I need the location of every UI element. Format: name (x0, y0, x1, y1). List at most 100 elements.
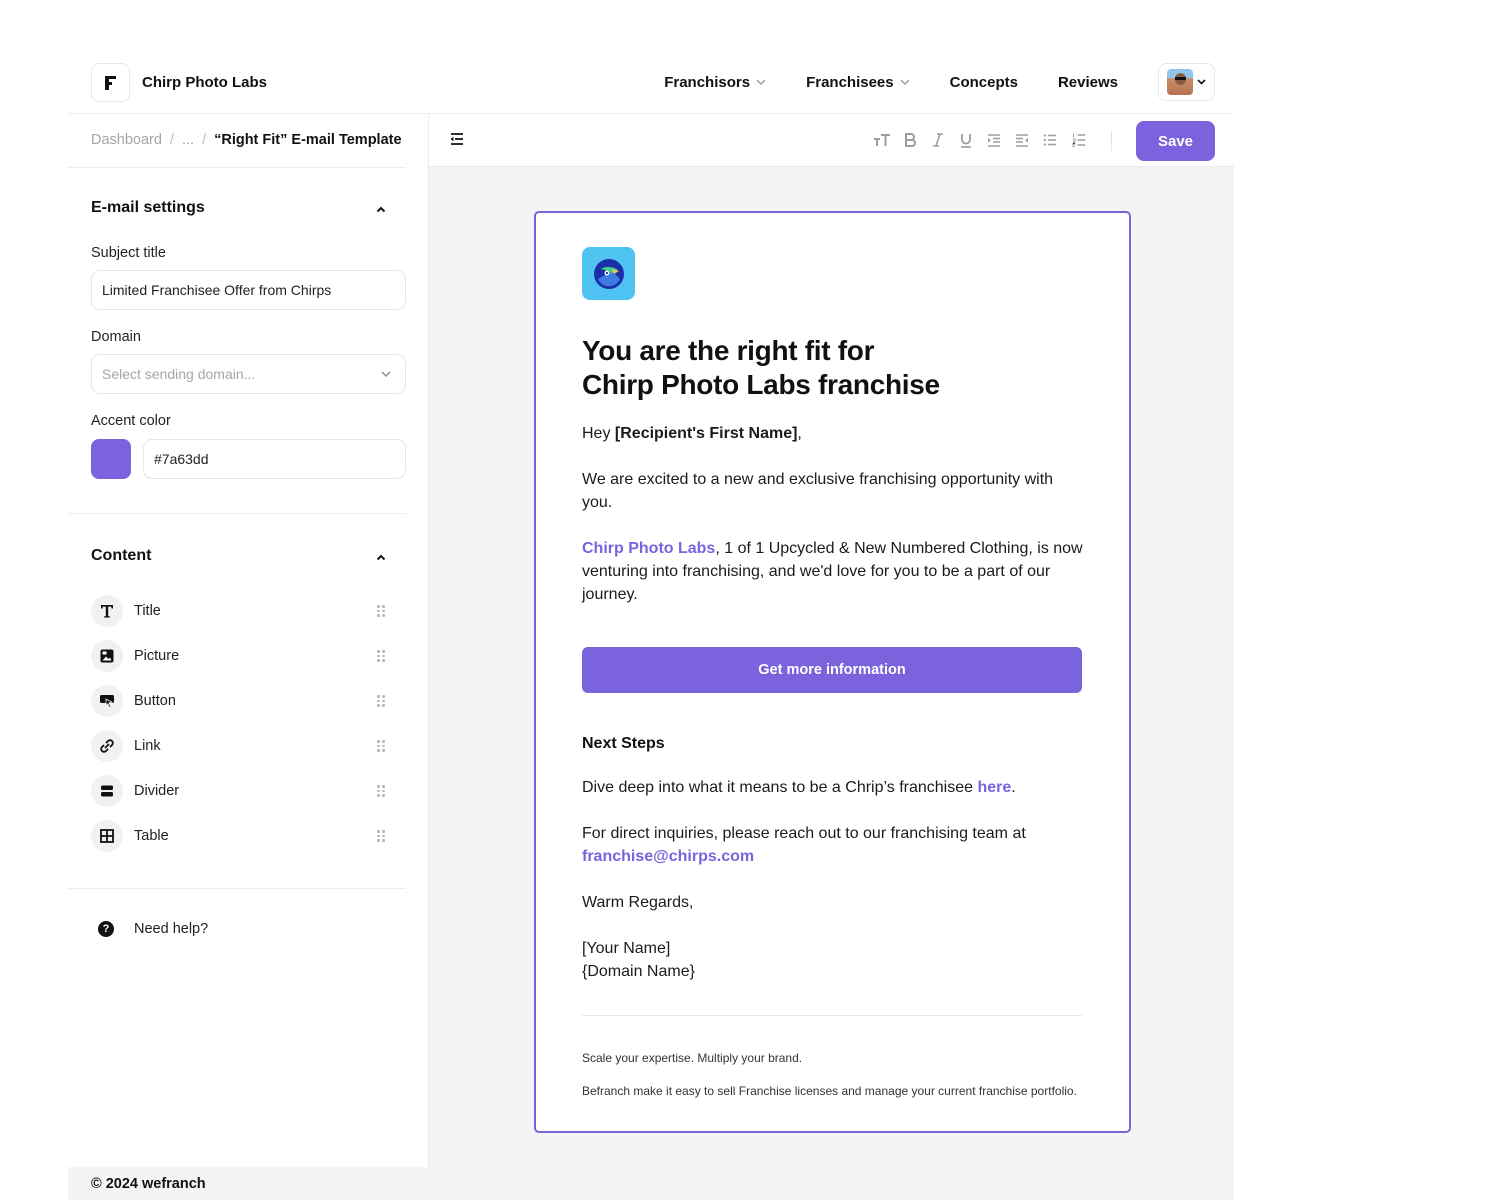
nav-concepts[interactable]: Concepts (950, 74, 1018, 91)
chevron-up-icon (376, 554, 386, 561)
content-title: Content (91, 547, 152, 564)
divider (68, 513, 406, 514)
divider (68, 888, 406, 889)
email-body: You are the right fit for Chirp Photo La… (582, 247, 1084, 1100)
avatar (1167, 69, 1193, 95)
content-item-link[interactable]: Link (91, 730, 391, 762)
breadcrumb-separator: / (169, 132, 174, 148)
numbered-list-button[interactable] (1070, 130, 1088, 150)
inquiry-email-link[interactable]: franchise@chirps.com (582, 848, 754, 865)
brand-link[interactable]: Chirp Photo Labs (582, 540, 715, 557)
chevron-down-icon (900, 76, 910, 88)
bold-button[interactable] (901, 130, 919, 150)
divider (68, 167, 406, 168)
accent-color-swatch[interactable] (91, 439, 131, 479)
indent-button[interactable] (985, 130, 1003, 150)
italic-button[interactable] (929, 130, 947, 150)
drag-handle-icon[interactable] (377, 695, 385, 707)
drag-handle-icon[interactable] (377, 830, 385, 842)
drag-handle-icon[interactable] (377, 605, 385, 617)
chevron-down-icon (756, 76, 766, 88)
content-item-title[interactable]: Title (91, 595, 391, 627)
bullet-list-icon (1043, 134, 1056, 146)
headline-line-2: Chirp Photo Labs franchise (582, 369, 940, 400)
numbered-list-icon (1072, 133, 1085, 147)
accent-color-input[interactable]: #7a63dd (143, 439, 406, 479)
email-body-paragraph[interactable]: Chirp Photo Labs, 1 of 1 Upcycled & New … (582, 537, 1084, 606)
nav-label: Franchisees (806, 73, 894, 91)
outline-toggle-button[interactable] (449, 132, 465, 148)
chevron-down-icon (1197, 77, 1206, 88)
email-intro[interactable]: We are excited to a new and exclusive fr… (582, 468, 1084, 514)
content-item-divider[interactable]: Divider (91, 775, 391, 807)
email-greeting[interactable]: Hey [Recipient's First Name], (582, 422, 1084, 445)
subject-value: Limited Franchisee Offer from Chirps (102, 282, 332, 298)
email-signature[interactable]: [Your Name] {Domain Name} (582, 937, 1084, 983)
breadcrumb-dashboard[interactable]: Dashboard (91, 132, 162, 148)
nav-franchisors[interactable]: Franchisors (664, 74, 766, 91)
outdent-icon (1016, 133, 1028, 147)
collapse-content-button[interactable] (376, 549, 386, 564)
content-item-button[interactable]: Button (91, 685, 391, 717)
toolbar-separator (1111, 131, 1112, 151)
brand-logo[interactable] (582, 247, 635, 300)
need-help-label: Need help? (134, 921, 209, 937)
nav-label: Concepts (949, 73, 1018, 91)
outdent-button[interactable] (1013, 130, 1031, 150)
headline-line-1: You are the right fit for (582, 335, 875, 366)
content-item-picture[interactable]: Picture (91, 640, 391, 672)
email-divider (582, 1015, 1082, 1016)
email-preview[interactable]: You are the right fit for Chirp Photo La… (534, 211, 1131, 1133)
bullet-list-button[interactable] (1041, 130, 1059, 150)
breadcrumb-separator: / (202, 132, 207, 148)
user-menu-button[interactable] (1158, 63, 1215, 101)
accent-label: Accent color (91, 413, 171, 429)
picture-icon (91, 640, 123, 672)
underline-icon (961, 133, 971, 148)
email-regards[interactable]: Warm Regards, (582, 891, 1084, 914)
get-more-info-button[interactable]: Get more information (582, 647, 1082, 693)
chevron-up-icon (376, 206, 386, 213)
app-name: Chirp Photo Labs (142, 74, 267, 91)
save-button[interactable]: Save (1136, 121, 1215, 161)
nav-reviews[interactable]: Reviews (1058, 74, 1118, 91)
email-dive-paragraph[interactable]: Dive deep into what it means to be a Chr… (582, 776, 1084, 799)
drag-handle-icon[interactable] (377, 740, 385, 752)
collapse-email-settings-button[interactable] (376, 201, 386, 216)
drag-handle-icon[interactable] (377, 785, 385, 797)
content-item-label: Link (134, 738, 161, 754)
table-icon (91, 820, 123, 852)
brand-f-icon (104, 75, 116, 90)
domain-name-token: {Domain Name} (582, 963, 695, 980)
domain-placeholder: Select sending domain... (102, 366, 256, 382)
content-item-table[interactable]: Table (91, 820, 391, 852)
text-size-icon (874, 134, 890, 146)
your-name-token: [Your Name] (582, 940, 671, 957)
text-size-button[interactable] (871, 130, 893, 150)
breadcrumb: Dashboard / ... / “Right Fit” E-mail Tem… (91, 132, 402, 148)
need-help-link[interactable]: ? Need help? (98, 921, 208, 937)
here-link[interactable]: here (977, 779, 1011, 796)
underline-button[interactable] (957, 130, 975, 150)
link-icon (91, 730, 123, 762)
app-root: Chirp Photo Labs Franchisors Franchisees… (68, 0, 1234, 1200)
breadcrumb-ellipsis[interactable]: ... (182, 132, 194, 148)
divider-icon (91, 775, 123, 807)
domain-label: Domain (91, 329, 141, 345)
next-steps-heading[interactable]: Next Steps (582, 735, 1084, 753)
email-headline[interactable]: You are the right fit for Chirp Photo La… (582, 334, 1084, 402)
italic-icon (933, 133, 943, 147)
drag-handle-icon[interactable] (377, 650, 385, 662)
bold-icon (905, 133, 916, 147)
subject-input[interactable]: Limited Franchisee Offer from Chirps (91, 270, 406, 310)
editor-toolbar: Save (429, 114, 1234, 167)
email-settings-title: E-mail settings (91, 199, 205, 216)
button-icon (91, 685, 123, 717)
dive-suffix: . (1011, 779, 1016, 796)
dive-text: Dive deep into what it means to be a Chr… (582, 779, 978, 796)
nav-franchisees[interactable]: Franchisees (806, 74, 910, 91)
logo-button[interactable] (91, 63, 130, 102)
email-inquiry-paragraph[interactable]: For direct inquiries, please reach out t… (582, 822, 1084, 868)
content-item-label: Table (134, 828, 169, 844)
domain-select[interactable]: Select sending domain... (91, 354, 406, 394)
